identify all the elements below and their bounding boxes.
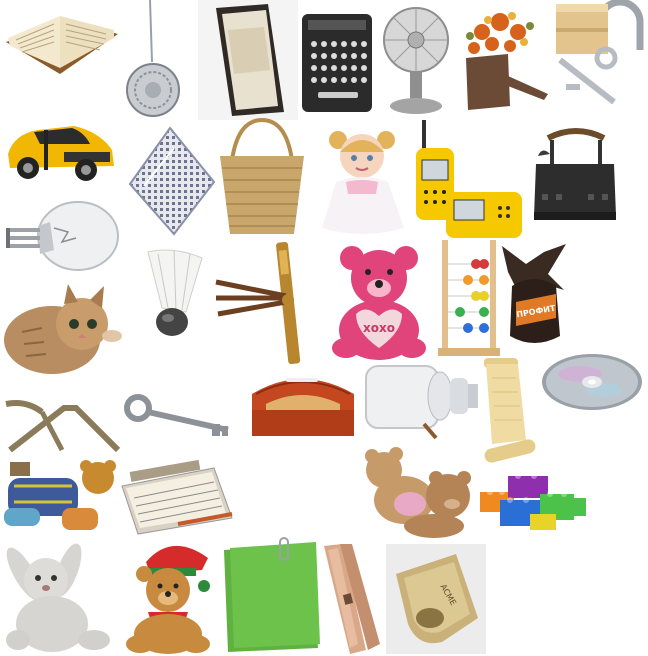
plush-bunny-icon [2,540,116,654]
padlock-with-keys-icon [554,0,648,110]
wicker-basket-icon [214,117,310,240]
abacus-icon [438,240,500,358]
walkie-talkies-icon [414,120,524,240]
plush-teddy-icon [2,458,120,536]
object-collage: xoxo ПРОФИТ ACME [0,0,648,656]
compact-disc-icon [540,352,644,412]
milk-can-icon [364,364,480,440]
kitten-icon [2,284,124,380]
shuttlecock-icon [140,246,210,346]
boot-jack-icon [2,398,121,458]
desk-fan-icon [378,2,450,118]
flower-watering-can-icon [452,2,552,118]
wrapped-candy-icon: ПРОФИТ [498,242,570,352]
paper-scroll-icon [480,358,540,470]
light-bulb-icon [2,198,120,278]
pocket-watch-pendant-icon [120,0,186,120]
open-book-icon [2,2,120,80]
whistle-icon: ACME [386,544,486,654]
typewriter-icon [300,4,376,116]
yellow-sports-car-icon [4,114,116,184]
old-key-icon [124,394,234,440]
pink-teddy-bear-icon: xoxo [328,244,430,362]
baby-doll-icon [316,124,410,240]
eraser-block-icon [198,0,298,120]
green-paper-with-clip-icon [222,537,322,654]
notepad-icon [118,459,234,535]
christmas-teddy-bear-icon [118,540,220,654]
heart-label: xoxo [363,321,395,335]
handkerchief-icon [124,124,216,236]
toy-blocks-icon [478,470,588,532]
stapler-icon [322,544,382,654]
brass-telescope-icon [212,241,330,366]
bread-box-icon [246,364,360,440]
antique-iron-icon [532,124,618,224]
sleeping-teddy-bears-icon [364,446,478,540]
